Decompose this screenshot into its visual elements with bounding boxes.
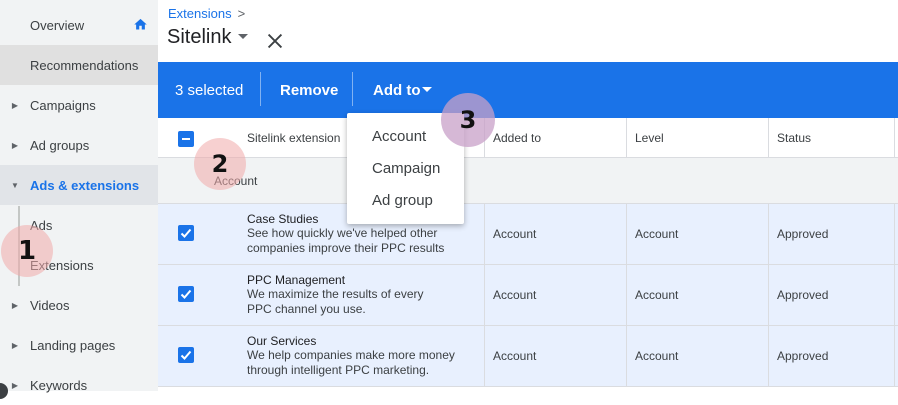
select-all-checkbox[interactable] [178, 131, 194, 147]
sidebar-item-overview[interactable]: Overview [0, 5, 158, 45]
sidebar-item-videos[interactable]: ▶ Videos [0, 285, 158, 325]
table-header: Sitelink extension Added to Level Status [158, 118, 898, 158]
sidebar-item-campaigns[interactable]: ▶ Campaigns [0, 85, 158, 125]
sidebar-item-label: Campaigns [30, 97, 96, 113]
sidebar-item-label: Videos [30, 297, 70, 313]
added-to-cell: Account [493, 288, 537, 302]
column-divider [626, 118, 627, 158]
status-cell: Approved [777, 227, 829, 241]
caret-down-icon[interactable] [422, 87, 432, 92]
sidebar-item-recommendations[interactable]: Recommendations [0, 45, 158, 85]
home-icon [134, 18, 147, 30]
chevron-down-icon: ▼ [11, 180, 19, 190]
sidebar-item-label: Ads & extensions [30, 177, 140, 193]
group-row: Account [158, 158, 898, 204]
sitelink-description: We maximize the results of every PPC cha… [247, 287, 467, 317]
step-marker-2: 2 [194, 138, 246, 190]
row-checkbox[interactable] [178, 347, 194, 363]
added-to-cell: Account [493, 227, 537, 241]
status-cell: Approved [777, 349, 829, 363]
sidebar-item-keywords[interactable]: ▶ Keywords [0, 365, 158, 405]
sidebar-item-label: Ad groups [30, 137, 90, 153]
column-header-level[interactable]: Level [635, 131, 664, 145]
level-cell: Account [635, 349, 679, 363]
added-to-cell: Account [493, 349, 537, 363]
description-line-2: companies improve their PPC results [247, 241, 445, 255]
caret-down-icon[interactable] [238, 34, 248, 39]
check-icon [180, 228, 192, 238]
selected-count: 3 selected [175, 82, 244, 99]
divider [260, 72, 261, 106]
menu-item-ad-group[interactable]: Ad group [372, 192, 433, 209]
selection-bar: 3 selected Remove Add to [158, 62, 898, 118]
column-divider [626, 204, 627, 387]
breadcrumb: Extensions > [168, 6, 245, 21]
sidebar: Overview Recommendations ▶ Campaigns ▶ A… [0, 0, 158, 399]
table-row[interactable]: Our Services We help companies make more… [158, 326, 898, 387]
sidebar-item-ad-groups[interactable]: ▶ Ad groups [0, 125, 158, 165]
row-checkbox[interactable] [178, 286, 194, 302]
column-divider [484, 204, 485, 387]
close-icon[interactable] [264, 30, 286, 52]
sitelink-name[interactable]: PPC Management [247, 273, 345, 287]
description-line-1: We help companies make more money [247, 348, 455, 362]
column-divider [894, 118, 895, 158]
description-line-2: PPC channel you use. [247, 302, 366, 316]
description-line-1: We maximize the results of every [247, 287, 424, 301]
chevron-right-icon: ▶ [11, 340, 19, 350]
column-header-added-to[interactable]: Added to [493, 131, 541, 145]
row-checkbox[interactable] [178, 225, 194, 241]
sitelink-description: We help companies make more money throug… [247, 348, 467, 378]
column-header-status[interactable]: Status [777, 131, 811, 145]
sitelink-name[interactable]: Case Studies [247, 212, 318, 226]
column-divider [894, 204, 895, 387]
page-title[interactable]: Sitelink [167, 26, 231, 49]
menu-item-account[interactable]: Account [372, 128, 426, 145]
menu-item-campaign[interactable]: Campaign [372, 160, 440, 177]
remove-button[interactable]: Remove [280, 82, 338, 99]
level-cell: Account [635, 288, 679, 302]
sidebar-item-ads-extensions[interactable]: ▼ Ads & extensions [0, 165, 158, 205]
divider [352, 72, 353, 106]
breadcrumb-separator: > [237, 6, 246, 21]
chevron-right-icon: ▶ [11, 140, 19, 150]
breadcrumb-link[interactable]: Extensions [168, 6, 232, 21]
column-divider [768, 118, 769, 158]
sidebar-item-landing-pages[interactable]: ▶ Landing pages [0, 325, 158, 365]
level-cell: Account [635, 227, 679, 241]
table-row[interactable]: Case Studies See how quickly we've helpe… [158, 204, 898, 265]
step-marker-1: 1 [1, 225, 53, 277]
sitelink-description: See how quickly we've helped other compa… [247, 226, 467, 256]
check-icon [180, 289, 192, 299]
sidebar-item-label: Keywords [30, 377, 88, 393]
check-icon [180, 350, 192, 360]
sidebar-item-label: Overview [30, 17, 85, 33]
chevron-right-icon: ▶ [11, 300, 19, 310]
sitelink-name[interactable]: Our Services [247, 334, 316, 348]
column-divider [768, 204, 769, 387]
sidebar-item-label: Recommendations [30, 57, 139, 73]
description-line-1: See how quickly we've helped other [247, 226, 438, 240]
status-cell: Approved [777, 288, 829, 302]
description-line-2: through intelligent PPC marketing. [247, 363, 430, 377]
column-header-sitelink[interactable]: Sitelink extension [247, 131, 340, 145]
chevron-right-icon: ▶ [11, 100, 19, 110]
sidebar-item-label: Landing pages [30, 337, 116, 353]
step-marker-3: 3 [441, 93, 495, 147]
table-row[interactable]: PPC Management We maximize the results o… [158, 265, 898, 326]
add-to-button[interactable]: Add to [373, 82, 420, 99]
